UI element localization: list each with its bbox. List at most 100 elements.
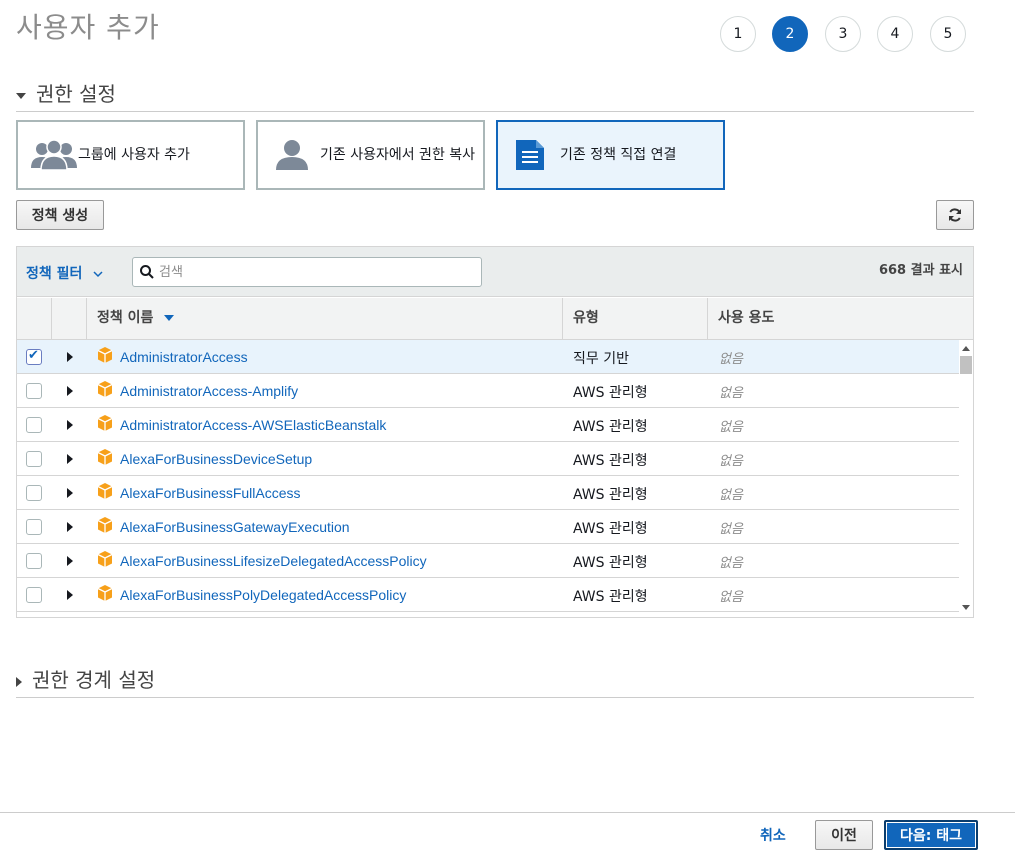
- table-row[interactable]: ✔ AdministratorAccess-Amplify AWS 관리형 없음: [17, 374, 959, 408]
- option-label: 기존 사용자에서 권한 복사: [320, 146, 476, 163]
- footer-divider: [0, 812, 1015, 813]
- step-4[interactable]: 4: [877, 16, 913, 52]
- policy-name-link[interactable]: AlexaForBusinessLifesizeDelegatedAccessP…: [120, 553, 427, 569]
- policy-usage: 없음: [719, 522, 743, 537]
- table-row[interactable]: ✔ AdministratorAccess 직무 기반 없음: [17, 340, 959, 374]
- filter-bar: 정책 필터 668 결과 표시: [17, 247, 973, 297]
- policy-cube-icon: [96, 448, 114, 470]
- expand-arrow-icon[interactable]: [67, 590, 73, 600]
- policy-type: AWS 관리형: [573, 555, 648, 571]
- policy-cube-icon: [96, 516, 114, 538]
- table-row[interactable]: ✔ AlexaForBusinessGatewayExecution AWS 관…: [17, 510, 959, 544]
- sort-descending-icon: [164, 315, 175, 321]
- policy-usage: 없음: [719, 386, 743, 401]
- caret-down-icon: [16, 92, 26, 99]
- table-row[interactable]: ✔ AlexaForBusinessFullAccess AWS 관리형 없음: [17, 476, 959, 510]
- row-checkbox[interactable]: ✔: [26, 383, 42, 399]
- search-box[interactable]: [132, 257, 482, 287]
- expand-arrow-icon[interactable]: [67, 454, 73, 464]
- page-title: 사용자 추가: [16, 11, 160, 44]
- user-icon: [274, 138, 310, 172]
- refresh-button[interactable]: [936, 200, 974, 230]
- policy-usage: 없음: [719, 454, 743, 469]
- policy-name-link[interactable]: AlexaForBusinessDeviceSetup: [120, 451, 312, 467]
- expand-arrow-icon[interactable]: [67, 386, 73, 396]
- expand-arrow-icon[interactable]: [67, 352, 73, 362]
- next-tags-button[interactable]: 다음: 태그: [884, 820, 978, 850]
- policy-name-link[interactable]: AlexaForBusinessFullAccess: [120, 485, 301, 501]
- policy-usage: 없음: [719, 590, 743, 605]
- row-checkbox[interactable]: ✔: [26, 451, 42, 467]
- policy-type: AWS 관리형: [573, 589, 648, 605]
- col-header-usage[interactable]: 사용 용도: [708, 298, 973, 340]
- policy-name-link[interactable]: AdministratorAccess-Amplify: [120, 383, 298, 399]
- search-input[interactable]: [157, 262, 467, 282]
- table-scrollbar[interactable]: [959, 340, 973, 616]
- check-icon: ✔: [28, 348, 39, 363]
- policy-cube-icon: [96, 380, 114, 402]
- table-row[interactable]: ✔ AlexaForBusinessDeviceSetup AWS 관리형 없음: [17, 442, 959, 476]
- policy-name-link[interactable]: AlexaForBusinessPolyDelegatedAccessPolic…: [120, 587, 406, 603]
- expand-arrow-icon[interactable]: [67, 522, 73, 532]
- table-row[interactable]: ✔ AdministratorAccess-AWSElasticBeanstal…: [17, 408, 959, 442]
- policy-filter-dropdown[interactable]: 정책 필터: [26, 263, 103, 283]
- table-row[interactable]: ✔ AlexaForBusinessLifesizeDelegatedAcces…: [17, 544, 959, 578]
- cancel-link[interactable]: 취소: [760, 825, 786, 845]
- permissions-section-header[interactable]: 권한 설정: [16, 78, 974, 112]
- row-checkbox[interactable]: ✔: [26, 485, 42, 501]
- policy-name-link[interactable]: AlexaForBusinessGatewayExecution: [120, 519, 350, 535]
- policy-name-link[interactable]: AdministratorAccess: [120, 349, 248, 365]
- scroll-thumb[interactable]: [960, 356, 972, 374]
- step-1[interactable]: 1: [720, 16, 756, 52]
- search-icon: [139, 264, 155, 280]
- policy-usage: 없음: [719, 352, 743, 367]
- step-5[interactable]: 5: [930, 16, 966, 52]
- row-checkbox[interactable]: ✔: [26, 417, 42, 433]
- chevron-down-icon: [93, 266, 103, 278]
- option-attach-policies[interactable]: 기존 정책 직접 연결: [496, 120, 725, 190]
- expand-arrow-icon[interactable]: [67, 420, 73, 430]
- permissions-section-title: 권한 설정: [36, 82, 116, 106]
- col-header-expand: [52, 298, 87, 340]
- policy-table: 정책 필터 668 결과 표시 정책 이름 유형 사용 용도 ✔ Adminis…: [16, 246, 974, 618]
- policy-type: AWS 관리형: [573, 487, 648, 503]
- step-2[interactable]: 2: [772, 16, 808, 52]
- row-checkbox[interactable]: ✔: [26, 348, 42, 365]
- row-checkbox[interactable]: ✔: [26, 519, 42, 535]
- policy-cube-icon: [96, 414, 114, 436]
- table-row[interactable]: ✔ AlexaForBusinessPolyDelegatedAccessPol…: [17, 578, 959, 612]
- policy-type: AWS 관리형: [573, 453, 648, 469]
- policy-cube-icon: [96, 482, 114, 504]
- policy-type: AWS 관리형: [573, 385, 648, 401]
- users-group-icon: [30, 138, 78, 172]
- document-icon: [514, 138, 548, 172]
- policy-usage: 없음: [719, 556, 743, 571]
- col-header-type[interactable]: 유형: [563, 298, 708, 340]
- option-label: 기존 정책 직접 연결: [560, 146, 677, 163]
- expand-arrow-icon[interactable]: [67, 556, 73, 566]
- scroll-down-icon[interactable]: [962, 605, 970, 610]
- option-label: 그룹에 사용자 추가: [78, 146, 190, 163]
- option-copy-permissions[interactable]: 기존 사용자에서 권한 복사: [256, 120, 485, 190]
- policy-usage: 없음: [719, 488, 743, 503]
- refresh-icon: [947, 207, 963, 223]
- policy-cube-icon: [96, 346, 114, 368]
- row-checkbox[interactable]: ✔: [26, 553, 42, 569]
- policy-type: 직무 기반: [573, 351, 629, 367]
- policy-name-link[interactable]: AdministratorAccess-AWSElasticBeanstalk: [120, 417, 386, 433]
- caret-right-icon: [16, 676, 22, 687]
- boundary-section-title: 권한 경계 설정: [32, 668, 156, 692]
- policy-cube-icon: [96, 550, 114, 572]
- step-3[interactable]: 3: [825, 16, 861, 52]
- scroll-up-icon[interactable]: [962, 346, 970, 351]
- create-policy-button[interactable]: 정책 생성: [16, 200, 104, 230]
- expand-arrow-icon[interactable]: [67, 488, 73, 498]
- option-add-to-group[interactable]: 그룹에 사용자 추가: [16, 120, 245, 190]
- previous-button[interactable]: 이전: [815, 820, 873, 850]
- policy-type: AWS 관리형: [573, 521, 648, 537]
- row-checkbox[interactable]: ✔: [26, 587, 42, 603]
- policy-cube-icon: [96, 584, 114, 606]
- policy-type: AWS 관리형: [573, 419, 648, 435]
- col-header-name[interactable]: 정책 이름: [87, 298, 563, 340]
- boundary-section-header[interactable]: 권한 경계 설정: [16, 664, 974, 698]
